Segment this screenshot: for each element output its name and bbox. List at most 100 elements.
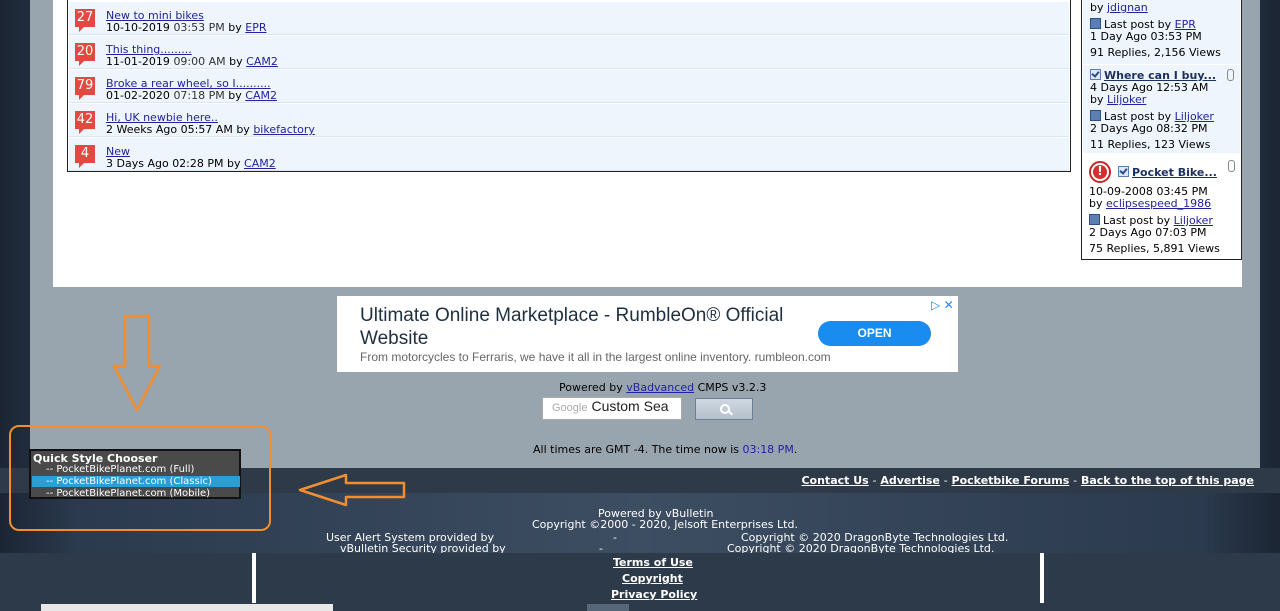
sidebar-thread: by jdignan Last post by EPR 1 Day Ago 03… bbox=[1083, 0, 1240, 64]
thread-author-link[interactable]: CAM2 bbox=[244, 157, 276, 170]
timezone-info: All times are GMT -4. The time now is 03… bbox=[533, 443, 797, 456]
thread-author-link[interactable]: jdignan bbox=[1107, 1, 1148, 14]
taskbar-item[interactable] bbox=[41, 604, 333, 611]
thread-meta: 01-02-2020 07:18 PM by CAM2 bbox=[106, 89, 277, 102]
thread-row: 4 New 3 Days Ago 02:28 PM by CAM2 bbox=[69, 138, 1069, 171]
by-label: by bbox=[1090, 1, 1104, 14]
privacy-policy-link[interactable]: Privacy Policy bbox=[611, 588, 697, 601]
time: 07:03 PM bbox=[1155, 226, 1207, 239]
date: 1 Day Ago bbox=[1090, 30, 1147, 43]
thread-row: 20 This thing......... 11-01-2019 09:00 … bbox=[69, 36, 1069, 69]
contact-us-link[interactable]: Contact Us bbox=[801, 474, 868, 487]
google-search-input[interactable]: Google Custom Sea bbox=[542, 397, 682, 420]
thread-author-link[interactable]: CAM2 bbox=[245, 89, 277, 102]
thread-meta: 10-10-2019 03:53 PM by EPR bbox=[106, 21, 267, 34]
go-to-last-post-icon[interactable] bbox=[1090, 18, 1101, 29]
divider bbox=[1040, 553, 1044, 603]
thread-date: 2 Weeks Ago bbox=[106, 123, 178, 136]
by-label: by bbox=[228, 21, 242, 34]
left-arrow-annotation bbox=[298, 473, 406, 507]
thread-status-icon bbox=[1090, 69, 1101, 80]
thread-meta: 3 Days Ago 02:28 PM by CAM2 bbox=[106, 157, 276, 170]
separator: - bbox=[1073, 474, 1078, 487]
terms-of-use-link[interactable]: Terms of Use bbox=[613, 556, 693, 569]
google-logo: Google bbox=[552, 402, 588, 414]
date: 2 Days Ago bbox=[1089, 226, 1152, 239]
back-to-top-link[interactable]: Back to the top of this page bbox=[1081, 474, 1254, 487]
time: 03:53 PM bbox=[1150, 30, 1202, 43]
copyright-link[interactable]: Copyright bbox=[622, 572, 683, 585]
thread-stats: 75 Replies, 5,891 Views bbox=[1089, 242, 1220, 255]
vbulletin-copyright: Copyright ©2000 - 2020, Jelsoft Enterpri… bbox=[532, 518, 798, 531]
adchoices-icon[interactable]: ▷ ✕ bbox=[931, 298, 954, 312]
down-arrow-annotation bbox=[112, 314, 162, 412]
go-to-last-post-icon[interactable] bbox=[1089, 214, 1100, 225]
thread-row: 79 Broke a rear wheel, so I.......... 01… bbox=[69, 70, 1069, 103]
last-post-date: 2 Days Ago 07:03 PM bbox=[1089, 226, 1207, 239]
current-time: 03:18 PM bbox=[742, 443, 794, 456]
pocketbike-forums-link[interactable]: Pocketbike Forums bbox=[952, 474, 1070, 487]
separator: - bbox=[943, 474, 948, 487]
footer-links: Contact Us - Advertise - Pocketbike Foru… bbox=[801, 474, 1254, 487]
thread-time: 07:18 PM bbox=[173, 89, 225, 102]
time: 08:32 PM bbox=[1156, 122, 1208, 135]
thread-time: 09:00 AM bbox=[173, 55, 226, 68]
by-label: by bbox=[236, 123, 250, 136]
last-post-date: 2 Days Ago 08:32 PM bbox=[1090, 122, 1208, 135]
timezone-label: All times are GMT -4. The time now is bbox=[533, 443, 739, 456]
thread-author-link[interactable]: CAM2 bbox=[246, 55, 278, 68]
sidebar-thread-title-link[interactable]: Pocket Bike... bbox=[1132, 166, 1217, 179]
by-label: by bbox=[229, 55, 243, 68]
reply-count-badge: 20 bbox=[75, 43, 95, 66]
reply-count-badge: 4 bbox=[75, 145, 95, 168]
thread-stats: 11 Replies, 123 Views bbox=[1090, 138, 1211, 151]
thread-title: Pocket Bike... bbox=[1118, 166, 1217, 179]
thread-time: 02:28 PM bbox=[172, 157, 224, 170]
vbadvanced-link[interactable]: vBadvanced bbox=[626, 381, 694, 394]
attachment-icon bbox=[1228, 160, 1235, 172]
reply-count-badge: 79 bbox=[75, 77, 95, 100]
thread-list: 27 New to mini bikes 10-10-2019 03:53 PM… bbox=[67, 0, 1071, 172]
separator: - bbox=[613, 531, 617, 544]
powered-by-vbadvanced: Powered by vBadvanced CMPS v3.2.3 bbox=[559, 381, 766, 394]
date: 2 Days Ago bbox=[1090, 122, 1153, 135]
search-button[interactable] bbox=[695, 398, 753, 420]
thread-time: 03:53 PM bbox=[173, 21, 225, 34]
attachment-icon bbox=[1227, 69, 1234, 81]
thread-meta: 11-01-2019 09:00 AM by CAM2 bbox=[106, 55, 278, 68]
thread-author-link[interactable]: EPR bbox=[245, 21, 266, 34]
thread-by: by Liljoker bbox=[1090, 93, 1146, 106]
time: 12:53 AM bbox=[1156, 81, 1209, 94]
period: . bbox=[793, 443, 798, 456]
thread-row: 27 New to mini bikes 10-10-2019 03:53 PM… bbox=[69, 2, 1069, 35]
powered-label: Powered by bbox=[559, 381, 623, 394]
taskbar-item[interactable] bbox=[587, 604, 629, 611]
go-to-last-post-icon[interactable] bbox=[1090, 110, 1101, 121]
separator: - bbox=[872, 474, 877, 487]
advertisement[interactable]: Ultimate Online Marketplace - RumbleOn® … bbox=[337, 296, 958, 372]
thread-date: 11-01-2019 bbox=[106, 55, 170, 68]
thread-stats: 91 Replies, 2,156 Views bbox=[1090, 46, 1221, 59]
ad-description: From motorcycles to Ferraris, we have it… bbox=[360, 350, 831, 364]
thread-author-link[interactable]: bikefactory bbox=[253, 123, 315, 136]
thread-meta: 2 Weeks Ago 05:57 AM by bikefactory bbox=[106, 123, 315, 136]
advertise-link[interactable]: Advertise bbox=[880, 474, 939, 487]
thread-date: 01-02-2020 bbox=[106, 89, 170, 102]
last-post-date: 1 Day Ago 03:53 PM bbox=[1090, 30, 1202, 43]
thread-author-link[interactable]: eclipsespeed_1986 bbox=[1106, 197, 1211, 210]
thread-date: 3 Days Ago bbox=[106, 157, 169, 170]
ad-open-button[interactable]: OPEN bbox=[818, 321, 931, 346]
important-alert-icon bbox=[1089, 161, 1111, 183]
by-label: by bbox=[1090, 93, 1104, 106]
divider bbox=[252, 553, 256, 603]
thread-row: 42 Hi, UK newbie here.. 2 Weeks Ago 05:5… bbox=[69, 104, 1069, 137]
thread-status-icon bbox=[1118, 166, 1129, 177]
thread-by: by jdignan bbox=[1090, 1, 1148, 14]
ad-title[interactable]: Ultimate Online Marketplace - RumbleOn® … bbox=[360, 304, 800, 350]
highlight-box bbox=[9, 425, 271, 531]
by-label: by bbox=[1089, 197, 1103, 210]
version-label: CMPS v3.2.3 bbox=[697, 381, 767, 394]
thread-by: by eclipsespeed_1986 bbox=[1089, 197, 1211, 210]
search-placeholder: Custom Sea bbox=[591, 398, 669, 414]
thread-author-link[interactable]: Liljoker bbox=[1107, 93, 1146, 106]
